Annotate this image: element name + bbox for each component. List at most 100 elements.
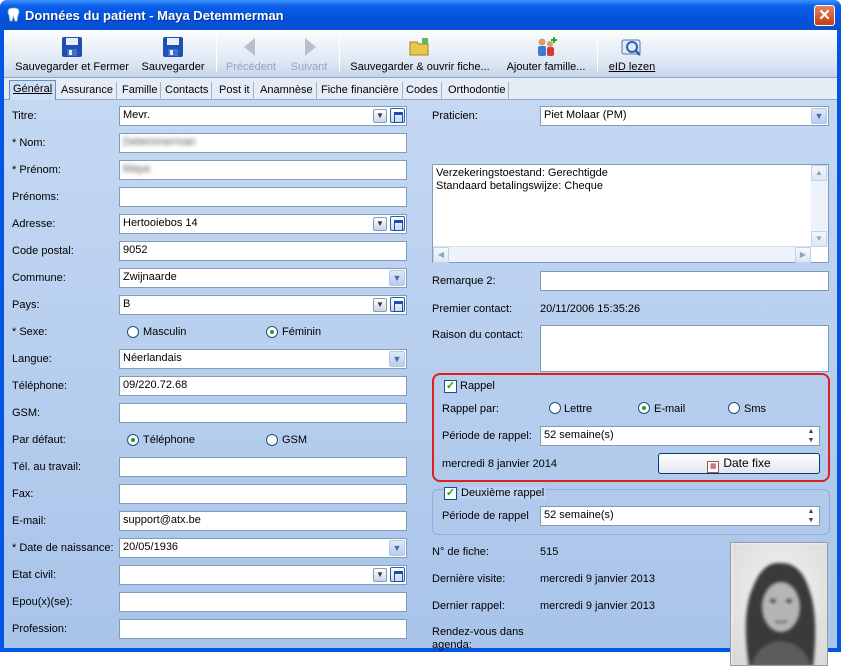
rappel-sms-radio[interactable] [728, 402, 740, 414]
pays-save-icon[interactable] [390, 297, 405, 312]
tab-anamnese[interactable]: Anamnèse [257, 82, 317, 100]
par-defaut-gsm-label: GSM [282, 434, 308, 446]
spin-down-icon[interactable]: ▼ [804, 436, 818, 445]
epoux-field[interactable] [119, 592, 407, 612]
remarque2-field[interactable] [540, 271, 829, 291]
scroll-right-icon[interactable]: ▶ [795, 247, 811, 263]
par-defaut-gsm-radio[interactable] [266, 434, 278, 446]
profession-field[interactable] [119, 619, 407, 639]
raison-field[interactable] [540, 325, 829, 372]
save-button[interactable]: Sauvegarder [138, 34, 208, 76]
patient-memo[interactable]: Verzekeringstoestand: Gerechtigde Standa… [432, 164, 829, 263]
etat-civil-save-icon[interactable] [390, 567, 405, 582]
rappel-lettre-radio[interactable] [549, 402, 561, 414]
next-button[interactable]: Suivant [284, 34, 334, 76]
general-panel: Titre: Mevr. ▼ * Nom: Detemmerman * Prén… [4, 100, 837, 666]
portrait-image [731, 543, 827, 665]
code-postal-label: Code postal: [12, 245, 74, 257]
gsm-field[interactable] [119, 403, 407, 423]
nom-field[interactable]: Detemmerman [119, 133, 407, 153]
nom-label: * Nom: [12, 137, 46, 149]
rappel2-checkbox[interactable]: ✓ [444, 487, 457, 500]
prenoms-field[interactable] [119, 187, 407, 207]
par-defaut-telephone-radio[interactable] [127, 434, 139, 446]
titre-save-icon[interactable] [390, 108, 405, 123]
naissance-field[interactable]: 20/05/1936 [119, 538, 407, 558]
save-open-label: Sauvegarder & ouvrir fiche... [350, 61, 490, 73]
toolbar: Sauvegarder et Fermer Sauvegarder Précéd… [4, 30, 837, 78]
tel-travail-field[interactable] [119, 457, 407, 477]
scroll-up-icon[interactable]: ▲ [811, 165, 827, 181]
tab-strip: Général Assurance Famille Contacts Post … [4, 78, 837, 100]
raison-label: Raison du contact: [432, 329, 524, 341]
memo-horizontal-scrollbar[interactable]: ◀ ▶ [433, 246, 811, 263]
code-postal-field[interactable]: 9052 [119, 241, 407, 261]
rappel-checkbox[interactable]: ✓ [444, 380, 457, 393]
etat-civil-label: Etat civil: [12, 569, 57, 581]
tab-contacts[interactable]: Contacts [162, 82, 213, 100]
eid-card-icon [621, 39, 641, 56]
telephone-field[interactable]: 09/220.72.68 [119, 376, 407, 396]
pays-dropdown-button[interactable]: ▼ [373, 298, 387, 312]
calendar-icon: ▦ [707, 461, 720, 473]
patient-photo[interactable] [730, 542, 828, 666]
rappel-email-radio[interactable] [638, 402, 650, 414]
prenom-field[interactable]: Maya [119, 160, 407, 180]
chevron-down-icon[interactable]: ▼ [389, 540, 405, 556]
tab-post-it[interactable]: Post it [216, 82, 254, 100]
tab-fiche-financiere[interactable]: Fiche financière [318, 82, 403, 100]
tab-famille[interactable]: Famille [119, 82, 162, 100]
save-open-button[interactable]: Sauvegarder & ouvrir fiche... [345, 34, 495, 76]
application-window: Données du patient - Maya Detemmerman ✕ … [0, 0, 841, 666]
commune-combo[interactable]: Zwijnaarde [119, 268, 407, 288]
epoux-label: Epou(x)(se): [12, 596, 73, 608]
adresse-combo[interactable]: Hertooiebos 14 [119, 214, 407, 234]
periode-rappel2-spinner[interactable]: ▲ ▼ [804, 507, 818, 525]
chevron-down-icon[interactable]: ▼ [389, 270, 405, 286]
eid-read-button[interactable]: eID lezen [604, 34, 660, 76]
par-defaut-label: Par défaut: [12, 434, 66, 446]
save-close-button[interactable]: Sauvegarder et Fermer [12, 34, 132, 76]
titre-combo[interactable]: Mevr. [119, 106, 407, 126]
tab-assurance[interactable]: Assurance [58, 82, 117, 100]
tab-general[interactable]: Général [9, 80, 57, 100]
chevron-down-icon[interactable]: ▼ [389, 351, 405, 367]
praticien-combo[interactable]: Piet Molaar (PM) [540, 106, 829, 126]
commune-label: Commune: [12, 272, 66, 284]
close-button[interactable]: ✕ [814, 5, 835, 26]
scroll-down-icon[interactable]: ▼ [811, 231, 827, 247]
title-bar[interactable]: Données du patient - Maya Detemmerman ✕ [0, 0, 841, 30]
rappel2-label: Deuxième rappel [459, 487, 547, 499]
derniere-visite-value: mercredi 9 janvier 2013 [540, 573, 655, 585]
add-family-label: Ajouter famille... [506, 61, 586, 73]
periode-rappel-spinner[interactable]: ▲ ▼ [804, 427, 818, 445]
spin-up-icon[interactable]: ▲ [804, 427, 818, 436]
tab-orthodontie[interactable]: Orthodontie [445, 82, 510, 100]
pays-combo[interactable]: B [119, 295, 407, 315]
sexe-masculin-radio[interactable] [127, 326, 139, 338]
previous-button[interactable]: Précédent [222, 34, 280, 76]
etat-civil-dropdown-button[interactable]: ▼ [373, 568, 387, 582]
floppy-disk-icon [163, 37, 183, 57]
periode-rappel2-label: Période de rappel [442, 510, 529, 522]
langue-combo[interactable]: Néerlandais [119, 349, 407, 369]
periode-rappel-field[interactable]: 52 semaine(s) [540, 426, 820, 446]
fax-field[interactable] [119, 484, 407, 504]
periode-rappel2-field[interactable]: 52 semaine(s) [540, 506, 820, 526]
spin-up-icon[interactable]: ▲ [804, 507, 818, 516]
scroll-left-icon[interactable]: ◀ [433, 247, 449, 263]
add-family-button[interactable]: Ajouter famille... [501, 34, 591, 76]
date-fixe-button[interactable]: ▦ Date fixe [658, 453, 820, 474]
tab-codes[interactable]: Codes [403, 82, 442, 100]
dernier-rappel-label: Dernier rappel: [432, 600, 505, 612]
family-icon [538, 37, 557, 56]
email-field[interactable]: support@atx.be [119, 511, 407, 531]
spin-down-icon[interactable]: ▼ [804, 516, 818, 525]
sexe-feminin-radio[interactable] [266, 326, 278, 338]
adresse-save-icon[interactable] [390, 216, 405, 231]
titre-dropdown-button[interactable]: ▼ [373, 109, 387, 123]
adresse-dropdown-button[interactable]: ▼ [373, 217, 387, 231]
etat-civil-combo[interactable] [119, 565, 407, 585]
chevron-down-icon[interactable]: ▼ [811, 108, 827, 124]
memo-vertical-scrollbar[interactable]: ▲ ▼ [811, 165, 828, 247]
